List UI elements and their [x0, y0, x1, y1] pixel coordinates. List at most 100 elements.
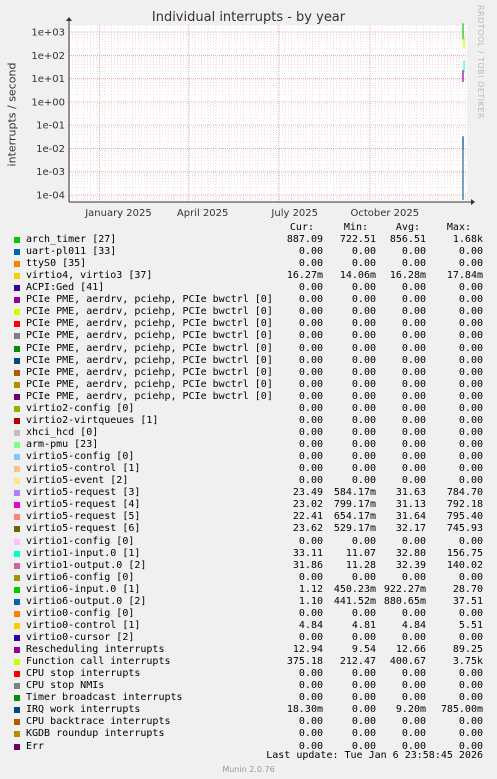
legend-avg-value: 0.00 — [401, 451, 426, 463]
legend-max-value: 89.25 — [452, 644, 483, 656]
legend-avg-value: 0.00 — [401, 571, 426, 583]
legend-avg-value: 0.00 — [401, 439, 426, 451]
legend-avg-value: 0.00 — [401, 426, 426, 438]
legend-cur-value: 0.00 — [298, 716, 323, 728]
legend-label: virtio5-request [3] — [26, 487, 141, 499]
legend-row: PCIe PME, aerdrv, pciehp, PCIe bwctrl [0… — [0, 306, 497, 318]
y-tick-label: 1e+01 — [31, 74, 65, 85]
legend-row: PCIe PME, aerdrv, pciehp, PCIe bwctrl [0… — [0, 391, 497, 403]
legend-max-value: 0.00 — [458, 571, 483, 583]
legend-min-value: 0.00 — [351, 463, 376, 475]
legend-avg-value: 0.00 — [401, 535, 426, 547]
legend-max-value: 0.00 — [458, 463, 483, 475]
legend-label: Function call interrupts — [26, 656, 171, 668]
legend-min-value: 0.00 — [351, 366, 376, 378]
legend-avg-value: 0.00 — [401, 306, 426, 318]
header-cur: Cur: — [289, 222, 314, 233]
legend-swatch — [14, 562, 20, 569]
legend-row: virtio2-virtqueues [1] 0.00 0.00 0.00 0.00 — [0, 415, 497, 427]
legend-row: virtio1-output.0 [2] 31.86 11.28 32.39 140.0… — [0, 560, 497, 572]
legend-avg-value: 0.00 — [401, 330, 426, 342]
legend-swatch — [14, 429, 20, 436]
legend-row: virtio5-request [4] 23.02 799.17m 31.13 792.… — [0, 499, 497, 511]
legend-label: IRQ work interrupts — [26, 704, 141, 716]
legend-cur-value: 0.00 — [298, 402, 323, 414]
legend-min-value: 584.17m — [333, 487, 376, 499]
legend-avg-value: 0.00 — [401, 282, 426, 294]
legend-avg-value: 0.00 — [401, 294, 426, 306]
legend-label: virtio2-virtqueues [1] — [26, 414, 159, 426]
legend-cur-value: 0.00 — [298, 426, 323, 438]
legend-max-value: 17.84m — [446, 270, 483, 282]
legend-cur-value: 1.10 — [298, 595, 323, 607]
legend-max-value: 0.00 — [458, 439, 483, 451]
legend-swatch — [14, 695, 20, 702]
legend-cur-value: 0.00 — [298, 451, 323, 463]
legend-swatch — [14, 478, 20, 485]
legend-label: virtio5-request [4] — [26, 499, 141, 511]
legend-avg-value: 0.00 — [401, 366, 426, 378]
legend-swatch — [14, 743, 20, 750]
legend-cur-value: 0.00 — [298, 680, 323, 692]
legend-min-value: 0.00 — [351, 535, 376, 547]
legend-cur-value: 22.41 — [292, 511, 323, 523]
legend-min-value: 0.00 — [351, 294, 376, 306]
legend-swatch — [14, 357, 20, 364]
legend-cur-value: 0.00 — [298, 463, 323, 475]
legend-min-value: 14.06m — [339, 270, 376, 282]
legend-row: IRQ work interrupts 18.30m 0.00 9.20m 785.00… — [0, 704, 497, 716]
legend-cur-value: 0.00 — [298, 668, 323, 680]
y-tick-label: 1e+03 — [31, 28, 65, 39]
legend-swatch — [14, 285, 20, 292]
legend-max-value: 784.70 — [446, 487, 483, 499]
legend-avg-value: 0.00 — [401, 318, 426, 330]
legend-min-value: 4.81 — [351, 619, 376, 631]
legend-min-value: 441.52m — [333, 595, 376, 607]
munin-version: Munin 2.0.76 — [222, 765, 275, 774]
x-tick-label: July 2025 — [270, 208, 318, 219]
legend-cur-value: 0.00 — [298, 366, 323, 378]
legend-min-value: 0.00 — [351, 631, 376, 643]
legend-cur-value: 0.00 — [298, 692, 323, 704]
legend-cur-value: 18.30m — [286, 704, 323, 716]
legend-label: Rescheduling interrupts — [26, 644, 165, 656]
legend-min-value: 0.00 — [351, 728, 376, 740]
legend-swatch — [14, 381, 20, 388]
legend-swatch — [14, 261, 20, 268]
legend-min-value: 0.00 — [351, 282, 376, 294]
legend-cur-value: 0.00 — [298, 414, 323, 426]
legend-row: virtio5-request [3] 23.49 584.17m 31.63 784.… — [0, 487, 497, 499]
legend-label: arch_timer [27] — [26, 234, 117, 245]
legend-max-value: 0.00 — [458, 607, 483, 619]
legend-label: virtio5-config [0] — [26, 451, 135, 463]
legend-swatch — [14, 598, 20, 605]
legend-row: xhci_hcd [0] 0.00 0.00 0.00 0.00 — [0, 427, 497, 439]
legend-swatch — [14, 622, 20, 629]
legend-swatch — [14, 550, 20, 557]
legend-max-value: 0.00 — [458, 402, 483, 414]
legend-swatch — [14, 309, 20, 316]
legend-label: virtio4, virtio3 [37] — [26, 270, 153, 282]
legend-label: virtio6-input.0 [1] — [26, 583, 141, 595]
legend-max-value: 0.00 — [458, 728, 483, 740]
legend-cur-value: 0.00 — [298, 607, 323, 619]
legend-max-value: 156.75 — [446, 547, 483, 559]
y-axis-arrow — [66, 17, 72, 21]
legend-min-value: 0.00 — [351, 354, 376, 366]
legend-swatch — [14, 333, 20, 340]
legend-avg-value: 31.63 — [395, 487, 426, 499]
legend-swatch — [14, 249, 20, 256]
legend-row: virtio5-config [0] 0.00 0.00 0.00 0.00 — [0, 451, 497, 463]
legend-row: PCIe PME, aerdrv, pciehp, PCIe bwctrl [0… — [0, 343, 497, 355]
legend-swatch — [14, 466, 20, 473]
legend-row: CPU backtrace interrupts 0.00 0.00 0.00 0.00 — [0, 716, 497, 728]
legend-avg-value: 32.39 — [395, 559, 426, 571]
legend-avg-value: 0.00 — [401, 342, 426, 354]
legend-min-value: 11.28 — [345, 559, 376, 571]
x-axis-arrow — [471, 199, 475, 205]
legend-swatch — [14, 273, 20, 280]
legend-max-value: 0.00 — [458, 680, 483, 692]
legend-swatch — [14, 610, 20, 617]
legend-row: PCIe PME, aerdrv, pciehp, PCIe bwctrl [0… — [0, 330, 497, 342]
chart-plot: 1e-04 1e-03 1e-02 1e-01 1e+00 1e+01 1e+02 1e+03… — [31, 17, 475, 219]
